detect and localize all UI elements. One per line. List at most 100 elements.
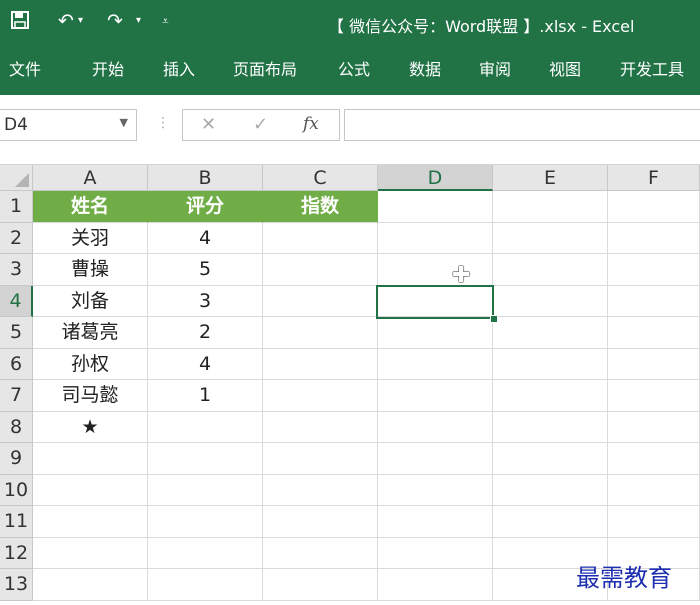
row-header-12[interactable]: 12 [0, 537, 33, 569]
cell-c2[interactable] [263, 222, 378, 254]
cell-c3[interactable] [263, 254, 378, 286]
row-header-11[interactable]: 11 [0, 506, 33, 538]
cell-f1[interactable] [608, 191, 700, 223]
cell-a8[interactable]: ★ [33, 411, 148, 443]
drag-handle-icon[interactable]: ⋮ [156, 115, 170, 131]
name-box[interactable]: D4 ▼ [0, 109, 137, 141]
cell-d6[interactable] [378, 348, 493, 380]
row-header-5[interactable]: 5 [0, 317, 33, 349]
row-header-3[interactable]: 3 [0, 254, 33, 286]
cell-c6[interactable] [263, 348, 378, 380]
cell-e10[interactable] [493, 474, 608, 506]
cell-d5[interactable] [378, 317, 493, 349]
tab-data[interactable]: 数据 [409, 56, 441, 80]
cell-a13[interactable] [33, 569, 148, 601]
cell-c13[interactable] [263, 569, 378, 601]
cell-e5[interactable] [493, 317, 608, 349]
cell-e9[interactable] [493, 443, 608, 475]
row-header-1[interactable]: 1 [0, 191, 33, 223]
cell-c8[interactable] [263, 411, 378, 443]
cell-b13[interactable] [148, 569, 263, 601]
column-header-c[interactable]: C [263, 165, 378, 191]
select-all-button[interactable] [0, 165, 33, 191]
cell-a11[interactable] [33, 506, 148, 538]
column-header-b[interactable]: B [148, 165, 263, 191]
cell-a7[interactable]: 司马懿 [33, 380, 148, 412]
cell-f2[interactable] [608, 222, 700, 254]
cell-c5[interactable] [263, 317, 378, 349]
redo-dropdown-icon[interactable]: ▾ [136, 10, 141, 32]
customize-qat-icon[interactable]: ⩡ [162, 10, 169, 32]
cell-e4[interactable] [493, 285, 608, 317]
row-header-4[interactable]: 4 [0, 285, 33, 317]
cell-f5[interactable] [608, 317, 700, 349]
cell-a12[interactable] [33, 537, 148, 569]
cell-f4[interactable] [608, 285, 700, 317]
cell-c7[interactable] [263, 380, 378, 412]
cell-d2[interactable] [378, 222, 493, 254]
tab-formulas[interactable]: 公式 [338, 56, 370, 80]
tab-review[interactable]: 审阅 [479, 56, 511, 80]
cell-f10[interactable] [608, 474, 700, 506]
cell-d12[interactable] [378, 537, 493, 569]
column-header-d[interactable]: D [378, 165, 493, 191]
cell-a4[interactable]: 刘备 [33, 285, 148, 317]
cell-a3[interactable]: 曹操 [33, 254, 148, 286]
cell-c10[interactable] [263, 474, 378, 506]
row-header-2[interactable]: 2 [0, 222, 33, 254]
redo-icon[interactable]: ↷ [107, 10, 123, 32]
cell-d1[interactable] [378, 191, 493, 223]
cell-b8[interactable] [148, 411, 263, 443]
column-header-f[interactable]: F [608, 165, 700, 191]
cell-a1[interactable]: 姓名 [33, 191, 148, 223]
cell-b1[interactable]: 评分 [148, 191, 263, 223]
cell-a9[interactable] [33, 443, 148, 475]
cell-a6[interactable]: 孙权 [33, 348, 148, 380]
cell-b3[interactable]: 5 [148, 254, 263, 286]
cell-a10[interactable] [33, 474, 148, 506]
cell-e7[interactable] [493, 380, 608, 412]
row-header-6[interactable]: 6 [0, 348, 33, 380]
cell-c11[interactable] [263, 506, 378, 538]
tab-file[interactable]: 文件 [9, 56, 41, 80]
row-header-10[interactable]: 10 [0, 474, 33, 506]
cell-e1[interactable] [493, 191, 608, 223]
row-header-7[interactable]: 7 [0, 380, 33, 412]
undo-icon[interactable]: ↶ [58, 10, 74, 32]
cell-f11[interactable] [608, 506, 700, 538]
cell-d10[interactable] [378, 474, 493, 506]
cell-b10[interactable] [148, 474, 263, 506]
cell-b6[interactable]: 4 [148, 348, 263, 380]
column-header-e[interactable]: E [493, 165, 608, 191]
cell-d7[interactable] [378, 380, 493, 412]
cell-c12[interactable] [263, 537, 378, 569]
cell-e6[interactable] [493, 348, 608, 380]
cell-d13[interactable] [378, 569, 493, 601]
cell-c9[interactable] [263, 443, 378, 475]
cell-e3[interactable] [493, 254, 608, 286]
cell-d3[interactable] [378, 254, 493, 286]
cell-a5[interactable]: 诸葛亮 [33, 317, 148, 349]
insert-function-icon[interactable]: fx [303, 114, 319, 134]
tab-home[interactable]: 开始 [92, 56, 124, 80]
cell-c1[interactable]: 指数 [263, 191, 378, 223]
cell-e11[interactable] [493, 506, 608, 538]
tab-view[interactable]: 视图 [549, 56, 581, 80]
cell-f7[interactable] [608, 380, 700, 412]
undo-dropdown-icon[interactable]: ▾ [78, 10, 83, 32]
cell-b7[interactable]: 1 [148, 380, 263, 412]
cancel-icon[interactable]: ✕ [201, 114, 216, 135]
chevron-down-icon[interactable]: ▼ [120, 116, 128, 129]
cell-f9[interactable] [608, 443, 700, 475]
cell-b12[interactable] [148, 537, 263, 569]
cell-c4[interactable] [263, 285, 378, 317]
row-header-8[interactable]: 8 [0, 411, 33, 443]
cell-b2[interactable]: 4 [148, 222, 263, 254]
row-header-9[interactable]: 9 [0, 443, 33, 475]
cell-f8[interactable] [608, 411, 700, 443]
row-header-13[interactable]: 13 [0, 569, 33, 601]
cell-b9[interactable] [148, 443, 263, 475]
fill-handle[interactable] [490, 315, 498, 323]
column-header-a[interactable]: A [33, 165, 148, 191]
cell-f3[interactable] [608, 254, 700, 286]
